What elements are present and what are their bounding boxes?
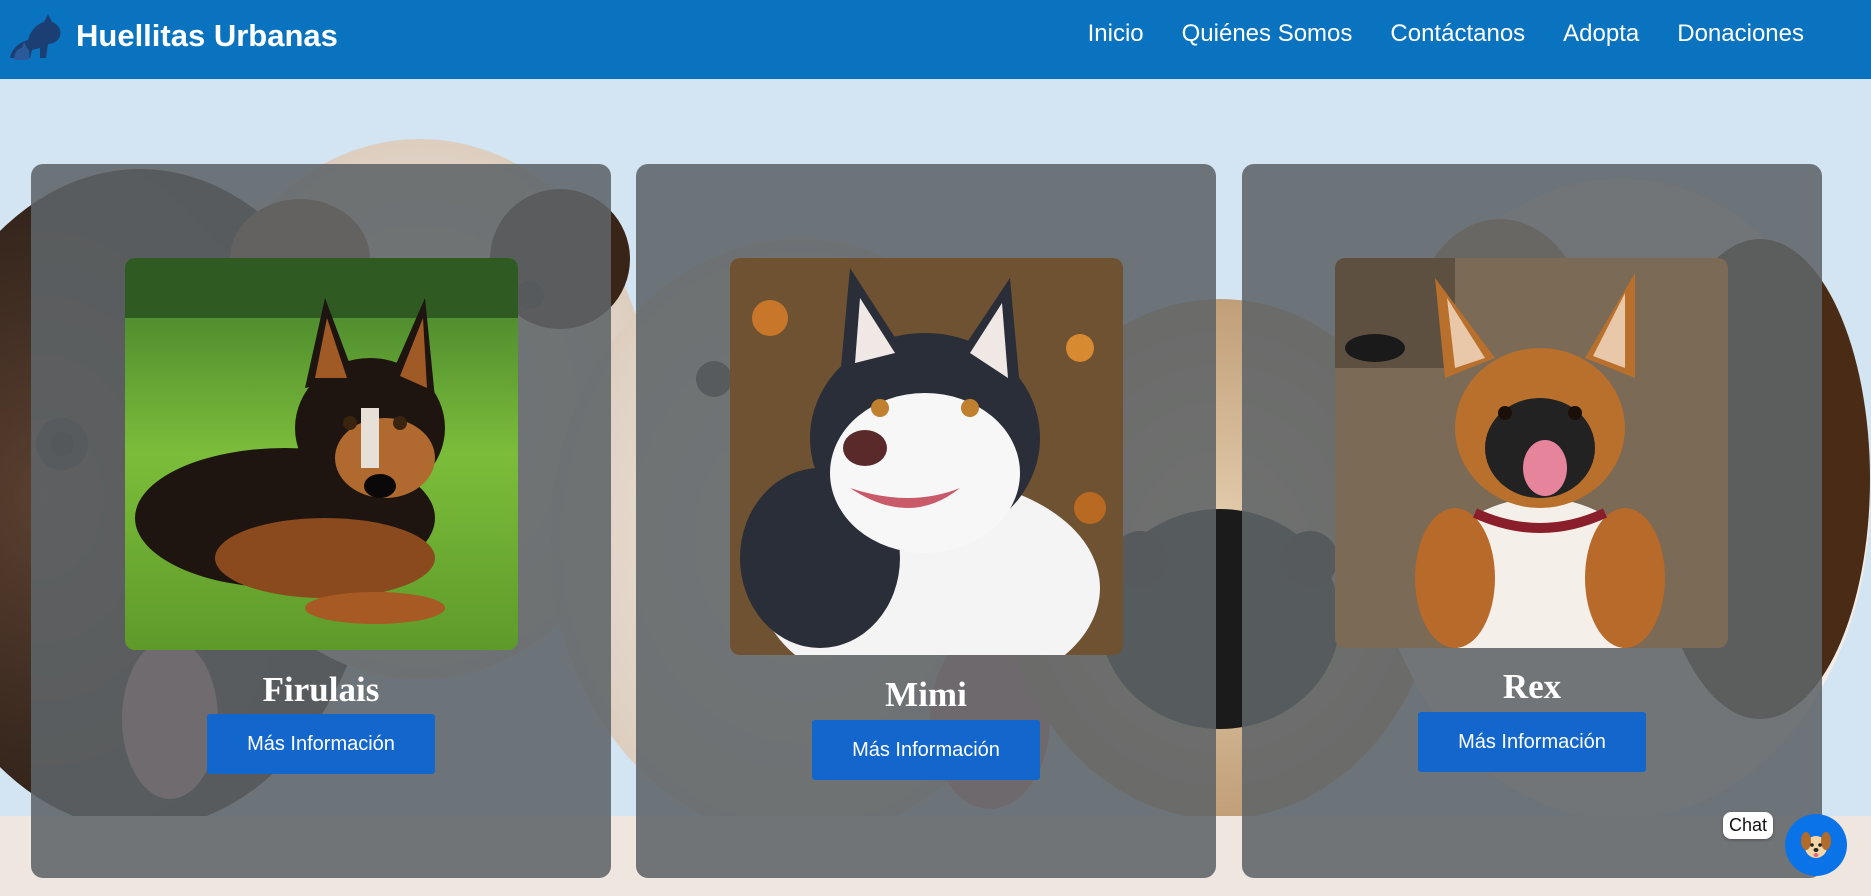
nav-link-quienes-somos[interactable]: Quiénes Somos [1182, 20, 1353, 48]
nav-link-inicio[interactable]: Inicio [1088, 20, 1144, 48]
dog-cat-logo-icon[interactable] [6, 8, 64, 62]
firulais-dog-photo [125, 258, 518, 650]
rex-dog-photo [1335, 258, 1728, 648]
pet-card-firulais: Firulais Más Información [31, 164, 611, 878]
nav-link-donaciones[interactable]: Donaciones [1677, 20, 1804, 48]
pet-name-mimi: Mimi [885, 675, 967, 714]
nav-link-adopta[interactable]: Adopta [1563, 20, 1639, 48]
pet-name-firulais: Firulais [262, 670, 380, 709]
pet-card-rex: Rex Más Información [1242, 164, 1822, 878]
more-info-button-mimi[interactable]: Más Información [812, 720, 1040, 780]
navbar: Huellitas Urbanas Inicio Quiénes Somos C… [0, 0, 1871, 79]
chat-label[interactable]: Chat [1723, 812, 1774, 839]
pet-card-mimi: Mimi Más Información [636, 164, 1216, 878]
pet-name-rex: Rex [1502, 667, 1562, 706]
nav-link-contactanos[interactable]: Contáctanos [1390, 20, 1525, 48]
mimi-husky-photo [730, 258, 1123, 655]
more-info-button-rex[interactable]: Más Información [1418, 712, 1646, 772]
chat-button[interactable] [1785, 814, 1847, 876]
brand-name[interactable]: Huellitas Urbanas [76, 18, 338, 54]
more-info-button-firulais[interactable]: Más Información [207, 714, 435, 774]
nav-links: Inicio Quiénes Somos Contáctanos Adopta … [1088, 20, 1804, 48]
dog-face-icon [1801, 832, 1831, 858]
